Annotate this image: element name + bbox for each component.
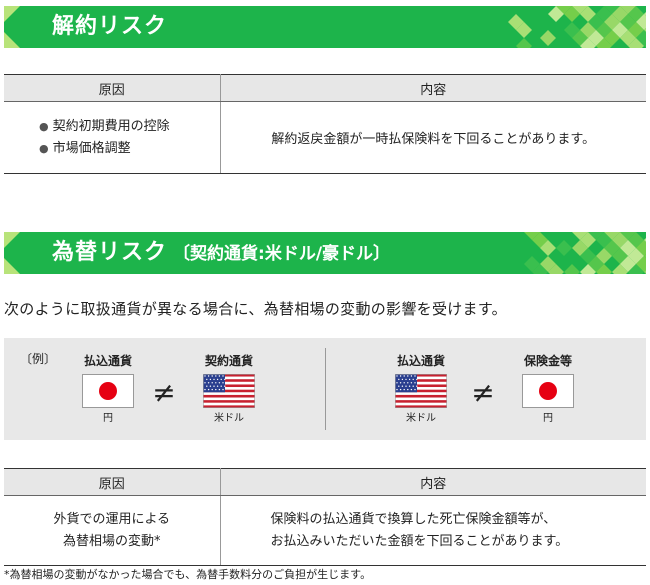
example-divider xyxy=(325,348,326,430)
flag-caption: 米ドル xyxy=(184,412,274,426)
cause-line: 為替相場の変動* xyxy=(5,531,219,553)
section-title-text: 為替リスク xyxy=(52,240,167,265)
cause-cell: 外貨での運用による 為替相場の変動* xyxy=(4,496,220,566)
list-item: 市場価格調整 xyxy=(39,138,219,160)
cancellation-risk-table: 原因 内容 契約初期費用の控除 市場価格調整 解約返戻金額が一時払保険料を下回る… xyxy=(4,74,646,174)
content-cell: 保険料の払込通貨で換算した死亡保険金額等が、 お払込みいただいた金額を下回ること… xyxy=(220,496,646,566)
flag-label: 払込通貨 xyxy=(63,352,153,370)
list-item: 契約初期費用の控除 xyxy=(39,116,219,138)
table-header-cause: 原因 xyxy=(4,75,220,102)
section-title: 解約リスク xyxy=(52,6,167,48)
japan-flag-icon xyxy=(522,374,574,408)
not-equal-symbol: ≠ xyxy=(149,376,179,409)
section-banner-fx-risk: 為替リスク 〔契約通貨:米ドル/豪ドル〕 xyxy=(4,232,646,274)
flag-caption: 円 xyxy=(503,412,593,426)
not-equal-symbol: ≠ xyxy=(468,376,498,409)
table-header-cause: 原因 xyxy=(4,469,220,496)
cause-cell: 契約初期費用の控除 市場価格調整 xyxy=(4,102,220,174)
usa-flag-icon xyxy=(203,374,255,408)
japan-flag-icon xyxy=(82,374,134,408)
content-line: お払込みいただいた金額を下回ることがあります。 xyxy=(271,531,646,553)
table-header-content: 内容 xyxy=(220,75,646,102)
flag-block: 保険金等 円 xyxy=(503,352,593,426)
flag-caption: 米ドル xyxy=(376,412,466,426)
table-header-content: 内容 xyxy=(220,469,646,496)
content-line: 保険料の払込通貨で換算した死亡保険金額等が、 xyxy=(271,509,646,531)
cause-line: 外貨での運用による xyxy=(5,509,219,531)
example-panel: 〔例〕 払込通貨 円 ≠ 契約通貨 米ドル 払込通貨 米ドル ≠ 保険金等 円 xyxy=(4,338,646,440)
section-banner-cancellation-risk: 解約リスク xyxy=(4,6,646,48)
example-tag: 〔例〕 xyxy=(20,350,56,367)
flag-label: 払込通貨 xyxy=(376,352,466,370)
flag-label: 保険金等 xyxy=(503,352,593,370)
flag-block: 払込通貨 円 xyxy=(63,352,153,426)
content-cell: 解約返戻金額が一時払保険料を下回ることがあります。 xyxy=(220,102,646,174)
footnote: *為替相場の変動がなかった場合でも、為替手数料分のご負担が生じます。 xyxy=(4,566,371,582)
flag-block: 払込通貨 米ドル xyxy=(376,352,466,426)
fx-risk-table: 原因 内容 外貨での運用による 為替相場の変動* 保険料の払込通貨で換算した死亡… xyxy=(4,468,646,566)
flag-caption: 円 xyxy=(63,412,153,426)
section-title: 為替リスク 〔契約通貨:米ドル/豪ドル〕 xyxy=(52,232,390,274)
flag-label: 契約通貨 xyxy=(184,352,274,370)
usa-flag-icon xyxy=(395,374,447,408)
flag-block: 契約通貨 米ドル xyxy=(184,352,274,426)
section-subtitle: 〔契約通貨:米ドル/豪ドル〕 xyxy=(173,244,390,264)
intro-text: 次のように取扱通貨が異なる場合に、為替相場の変動の影響を受けます。 xyxy=(4,298,507,319)
